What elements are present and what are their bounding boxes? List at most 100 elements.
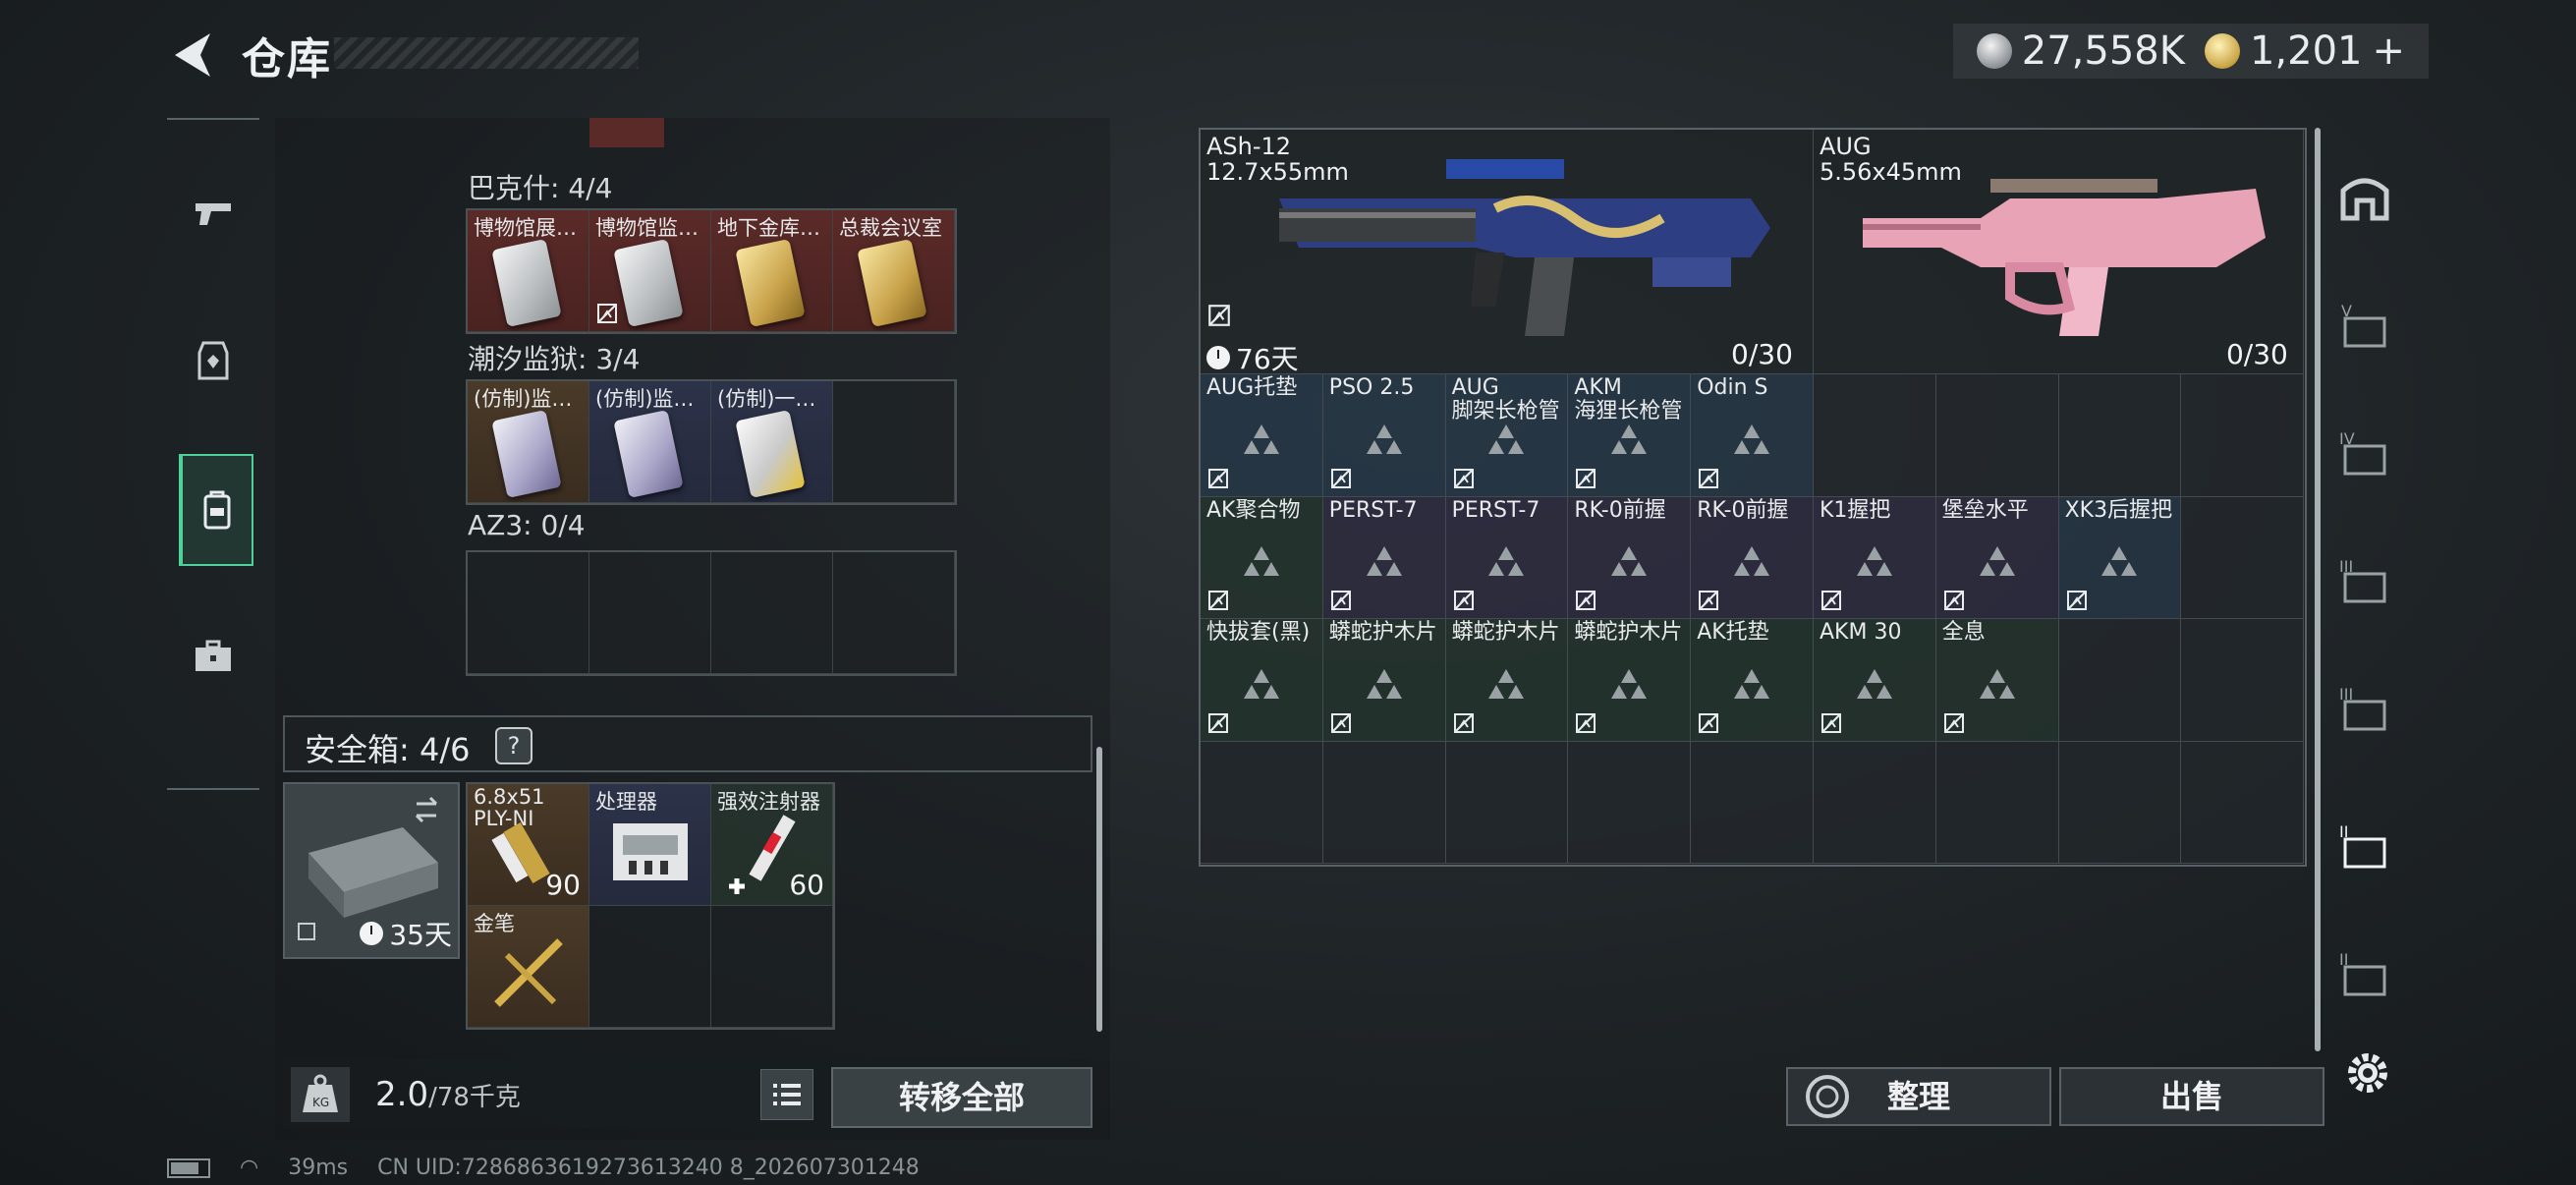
back-arrow-icon xyxy=(175,33,210,77)
stash-empty-slot[interactable] xyxy=(1322,741,1446,865)
stash-item[interactable]: 蟒蛇护木片 xyxy=(1322,619,1446,742)
help-button[interactable]: ? xyxy=(495,727,532,764)
add-currency-button[interactable]: + xyxy=(2372,28,2405,74)
ammo-count: 0/30 xyxy=(2225,338,2288,370)
nav-toolbox[interactable] xyxy=(179,601,248,709)
no-insurance-icon xyxy=(1208,305,1230,326)
back-button[interactable] xyxy=(165,28,224,83)
gold-currency[interactable]: 1,201 + xyxy=(2204,28,2405,74)
key-slot-empty[interactable] xyxy=(468,552,589,674)
list-view-button[interactable] xyxy=(760,1069,813,1120)
nav-weapons[interactable] xyxy=(179,159,248,267)
weapon-slot-aug[interactable]: AUG 5.56x45mm 0/30 xyxy=(1813,130,2305,375)
stash-page-ii-active[interactable]: II xyxy=(2330,806,2399,884)
secure-slot-empty[interactable] xyxy=(589,906,711,1028)
stash-empty-slot[interactable] xyxy=(1201,741,1323,865)
stash-item[interactable]: PSO 2.5 xyxy=(1322,374,1446,497)
status-footer: ◠ 39ms CN UID:7286863619273613240 8_2026… xyxy=(167,1156,920,1180)
stash-item[interactable]: XK3后握把 xyxy=(2058,496,2182,620)
safebox-timer: 35天 xyxy=(360,914,452,953)
stash-item[interactable]: AKM 海狸长枪管 xyxy=(1568,374,1692,497)
item-label: Odin S xyxy=(1697,375,1768,400)
stash-item[interactable]: AK托垫 xyxy=(1691,619,1814,742)
stash-item[interactable]: K1握把 xyxy=(1814,496,1936,620)
item-placeholder-icon xyxy=(1611,423,1648,454)
stash-item[interactable]: PERST-7 xyxy=(1322,496,1446,620)
key-slot[interactable]: (仿制)监… xyxy=(589,381,711,503)
item-label: 快拔套(黑) xyxy=(1206,620,1311,646)
partial-item[interactable] xyxy=(589,118,664,147)
stash-empty-slot[interactable] xyxy=(1691,741,1814,865)
key-slot[interactable]: 博物馆监… xyxy=(589,210,711,332)
stash-empty-slot[interactable] xyxy=(2181,741,2305,865)
key-slot[interactable]: (仿制)监… xyxy=(468,381,589,503)
weight-readout: 2.0/78千克 xyxy=(375,1075,521,1114)
stash-item[interactable]: 全息 xyxy=(1935,619,2059,742)
secure-slot[interactable]: 处理器 xyxy=(589,784,711,906)
nav-armor[interactable] xyxy=(179,307,248,415)
stash-empty-slot[interactable] xyxy=(2181,374,2305,497)
right-scrollbar[interactable] xyxy=(2315,128,2321,1051)
key-slot-empty[interactable] xyxy=(589,552,711,674)
item-placeholder-icon xyxy=(1366,668,1402,699)
key-slot[interactable]: (仿制)一… xyxy=(711,381,833,503)
stash-empty-slot[interactable] xyxy=(1935,374,2059,497)
stash-empty-slot[interactable] xyxy=(1814,374,1936,497)
title-decoration xyxy=(334,37,639,69)
silver-value: 27,558K xyxy=(2021,28,2185,74)
stash-empty-slot[interactable] xyxy=(2058,741,2182,865)
sort-button[interactable]: 整理 xyxy=(1786,1067,2051,1126)
stash-item[interactable]: AK聚合物 xyxy=(1201,496,1323,620)
stash-page-iii-b[interactable]: III xyxy=(2330,668,2399,747)
stash-empty-slot[interactable] xyxy=(2058,374,2182,497)
stash-item[interactable]: AUG 脚架长枪管 xyxy=(1445,374,1569,497)
stash-page-icon: III xyxy=(2339,557,2386,603)
pistol-icon xyxy=(196,203,231,225)
key-slot[interactable]: 地下金库… xyxy=(711,210,833,332)
secure-slot[interactable]: 金笔 xyxy=(468,906,589,1028)
stash-item[interactable]: Odin S xyxy=(1691,374,1814,497)
stash-empty-slot[interactable] xyxy=(2181,496,2305,620)
stash-item[interactable]: 蟒蛇护木片 xyxy=(1568,619,1692,742)
stash-item[interactable]: RK-0前握 xyxy=(1691,496,1814,620)
timer-text: 35天 xyxy=(389,919,452,951)
weapon-slot-ash12[interactable]: ASh-12 12.7x55mm 76天 0/30 xyxy=(1201,130,1814,375)
stash-item[interactable]: 蟒蛇护木片 xyxy=(1445,619,1569,742)
key-slot-empty[interactable] xyxy=(833,381,955,503)
settings-gear-icon[interactable] xyxy=(2340,1045,2395,1100)
secure-slot[interactable]: 6.8x51 PLY-NI 90 xyxy=(468,784,589,906)
key-slot[interactable]: 博物馆展… xyxy=(468,210,589,332)
key-slot[interactable]: 总裁会议室 xyxy=(833,210,955,332)
secure-slot-empty[interactable] xyxy=(711,906,833,1028)
safebox-slot[interactable]: 35天 xyxy=(283,782,460,959)
stash-item[interactable]: PERST-7 xyxy=(1445,496,1569,620)
stash-empty-slot[interactable] xyxy=(1814,741,1936,865)
stash-empty-slot[interactable] xyxy=(1935,741,2059,865)
stash-item[interactable]: 快拔套(黑) xyxy=(1201,619,1323,742)
stash-empty-slot[interactable] xyxy=(1445,741,1569,865)
sell-button[interactable]: 出售 xyxy=(2059,1067,2324,1126)
no-insurance-icon xyxy=(1576,712,1596,733)
stash-item[interactable]: 堡垒水平 xyxy=(1935,496,2059,620)
stash-item[interactable]: RK-0前握 xyxy=(1568,496,1692,620)
stash-empty-slot[interactable] xyxy=(2181,619,2305,742)
stash-page-home[interactable] xyxy=(2330,157,2399,236)
secure-slot[interactable]: 强效注射器 60 xyxy=(711,784,833,906)
no-insurance-icon xyxy=(1699,468,1719,488)
left-scrollbar[interactable] xyxy=(1096,747,1102,1032)
key-slot-empty[interactable] xyxy=(711,552,833,674)
stash-page-iv[interactable]: IV xyxy=(2330,413,2399,491)
stash-item[interactable]: AUG托垫 xyxy=(1201,374,1323,497)
item-label: AKM 30 xyxy=(1820,620,1902,646)
stash-item[interactable]: AKM 30 xyxy=(1814,619,1936,742)
key-slot-empty[interactable] xyxy=(833,552,955,674)
transfer-all-button[interactable]: 转移全部 xyxy=(831,1067,1092,1128)
no-insurance-icon xyxy=(1208,591,1228,611)
stash-page-v[interactable]: V xyxy=(2330,285,2399,364)
item-label: PERST-7 xyxy=(1451,497,1540,523)
stash-empty-slot[interactable] xyxy=(2058,619,2182,742)
stash-page-iii-a[interactable]: III xyxy=(2330,540,2399,619)
stash-page-ii[interactable]: II xyxy=(2330,933,2399,1012)
nav-backpack[interactable] xyxy=(179,454,253,566)
stash-empty-slot[interactable] xyxy=(1568,741,1692,865)
